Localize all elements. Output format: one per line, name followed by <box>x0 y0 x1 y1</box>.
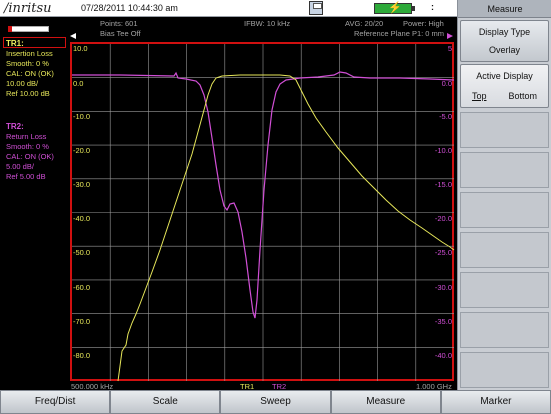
tr1-line: Ref 10.00 dB <box>6 89 50 98</box>
left-reference-marker <box>70 33 76 39</box>
datetime: 07/28/2011 10:44:30 am <box>81 3 178 13</box>
title-bar: /inritsu 07/28/2011 10:44:30 am ⚡ : <box>0 0 457 17</box>
active-display-top-option[interactable]: Top <box>472 91 487 101</box>
active-display-label: Active Display <box>476 71 533 81</box>
active-display-button[interactable]: Active Display Top Bottom <box>460 64 549 108</box>
tr2-tick-label: -15.0 <box>434 180 452 189</box>
empty-softkey[interactable] <box>460 272 549 308</box>
ifbw-readout: IFBW: 10 kHz <box>244 19 291 28</box>
tr1-tick-label: -20.0 <box>73 146 91 155</box>
tr2-tick-label: 5 <box>447 44 452 53</box>
tr1-line: Smooth: 0 % <box>6 59 49 68</box>
tr2-tick-label: -25.0 <box>434 248 452 257</box>
display-type-button[interactable]: Display Type Overlay <box>460 20 549 62</box>
empty-softkey[interactable] <box>460 112 549 148</box>
tr2-tick-label: -20.0 <box>434 214 452 223</box>
battery-tip <box>412 6 415 11</box>
display-type-value: Overlay <box>488 45 520 55</box>
tr2-tick-label: -35.0 <box>434 317 452 326</box>
sweep-button[interactable]: Sweep <box>220 390 331 414</box>
scale-button[interactable]: Scale <box>110 390 221 414</box>
top-colon: : <box>431 2 434 12</box>
menu-title: Measure <box>458 0 551 18</box>
tr2-tick-label: -10.0 <box>434 146 452 155</box>
reference-plane-readout: Reference Plane P1: 0 mm <box>354 29 445 38</box>
avg-readout: AVG: 20/20 <box>345 19 384 28</box>
empty-softkey[interactable] <box>460 352 549 388</box>
tr2-line: Return Loss <box>6 132 47 141</box>
tr2-line: 5.00 dB/ <box>6 162 34 171</box>
bias-tee-readout: Bias Tee Off <box>100 29 141 38</box>
tr2-line: Smooth: 0 % <box>6 142 49 151</box>
tr2-title[interactable]: TR2: <box>6 122 24 131</box>
tr2-line: Ref 5.00 dB <box>6 172 46 181</box>
empty-softkey[interactable] <box>460 312 549 348</box>
tr1-line: Insertion Loss <box>6 49 53 58</box>
tr1-line: CAL: ON (OK) <box>6 69 54 78</box>
freq-dist-button[interactable]: Freq/Dist <box>0 390 111 414</box>
tr2-tick-label: 0.0 <box>441 79 452 88</box>
tr1-tick-label: -70.0 <box>73 317 91 326</box>
measure-button[interactable]: Measure <box>330 390 441 414</box>
tr1-tick-label: 0.0 <box>73 79 84 88</box>
tr1-line: 10.00 dB/ <box>6 79 39 88</box>
points-readout: Points: 601 <box>100 19 138 28</box>
right-reference-marker <box>447 33 453 39</box>
tr2-line: CAL: ON (OK) <box>6 152 54 161</box>
tr2-tick-label: -5.0 <box>439 112 452 121</box>
tr1-tick-label: -80.0 <box>73 351 91 360</box>
tr1-title: TR1: <box>6 39 24 48</box>
tr1-tick-label: -40.0 <box>73 214 91 223</box>
tr1-tick-label: 10.0 <box>73 44 88 53</box>
scale-bar-mark <box>8 26 12 32</box>
scale-bar <box>8 26 49 32</box>
charging-icon: ⚡ <box>388 2 402 14</box>
anritsu-logo: /inritsu <box>4 1 52 16</box>
measure-menu-panel: Measure Display Type Overlay Active Disp… <box>457 0 551 390</box>
tr2-tick-label: -30.0 <box>434 283 452 292</box>
save-icon[interactable] <box>309 1 323 15</box>
bottom-menu-bar: Freq/Dist Scale Sweep Measure Marker <box>0 390 551 414</box>
marker-button[interactable]: Marker <box>440 390 551 414</box>
empty-softkey[interactable] <box>460 192 549 228</box>
tr1-tick-label: -30.0 <box>73 180 91 189</box>
tr1-tick-label: -10.0 <box>73 112 91 121</box>
display-type-label: Display Type <box>478 27 531 37</box>
active-display-bottom-option[interactable]: Bottom <box>508 91 537 101</box>
tr2-tick-label: -40.0 <box>434 351 452 360</box>
empty-softkey[interactable] <box>460 152 549 188</box>
plot-area[interactable] <box>70 42 454 381</box>
power-readout: Power: High <box>403 19 444 28</box>
tr1-tick-label: -60.0 <box>73 283 91 292</box>
tr1-tick-label: -50.0 <box>73 248 91 257</box>
empty-softkey[interactable] <box>460 232 549 268</box>
